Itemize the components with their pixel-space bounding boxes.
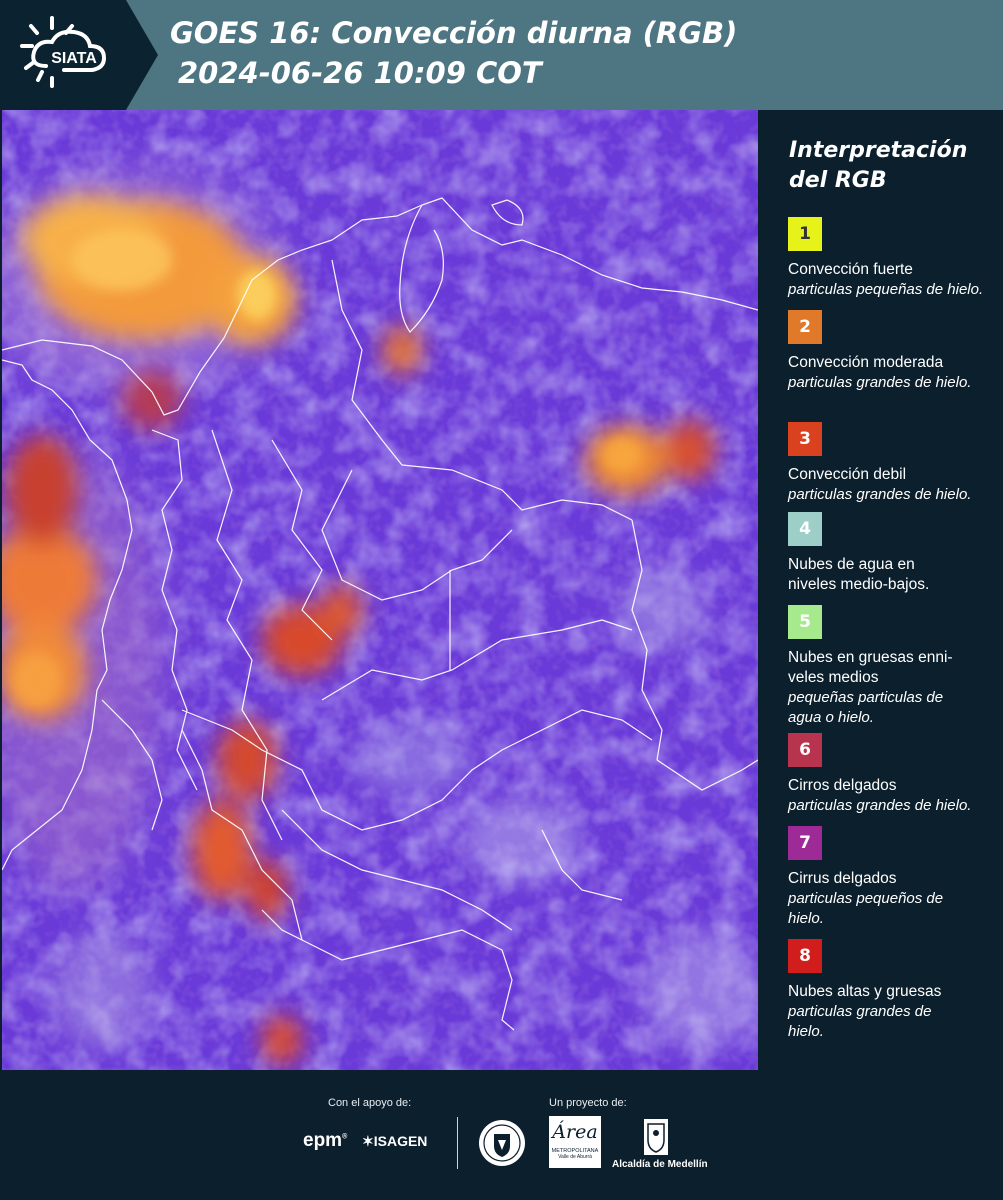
- legend-desc: particulas pequeñas de hielo.: [788, 281, 984, 298]
- page-timestamp: 2024-06-26 10:09 COT: [178, 56, 542, 90]
- footer-divider: [457, 1117, 458, 1169]
- legend-desc: particulas grandes de hielo.: [788, 797, 972, 814]
- project-caption: Un proyecto de:: [549, 1097, 627, 1109]
- support-caption: Con el apoyo de:: [328, 1097, 412, 1109]
- legend-label: Nubes altas y gruesas: [788, 983, 942, 1000]
- legend-label: Nubes de agua en niveles medio-bajos.: [788, 556, 930, 593]
- legend-item-4: 4 Nubes de agua en niveles medio-bajos.: [788, 512, 998, 595]
- legend-swatch-3: 3: [788, 422, 822, 456]
- footer-bar: Con el apoyo de: Un proyecto de: epm® ✶I…: [0, 1070, 1003, 1200]
- legend-number: 2: [799, 317, 811, 337]
- sun-cloud-icon: SIATA: [20, 16, 107, 88]
- legend-swatch-6: 6: [788, 733, 822, 767]
- legend-swatch-7: 7: [788, 826, 822, 860]
- legend-label: Convección moderada: [788, 354, 944, 371]
- legend-item-5: 5 Nubes en gruesas enni-veles medios peq…: [788, 605, 998, 728]
- legend-item-8: 8 Nubes altas y gruesas particulas grand…: [788, 939, 998, 1042]
- siata-logo: SIATA: [0, 0, 158, 110]
- medellin-seal-icon: [477, 1118, 527, 1173]
- header-bar: SIATA GOES 16: Convección diurna (RGB) 2…: [0, 0, 1003, 110]
- area-name: Área: [552, 1121, 598, 1143]
- legend-swatch-4: 4: [788, 512, 822, 546]
- legend-item-7: 7 Cirrus delgados particulas pequeños de…: [788, 826, 998, 929]
- legend-desc: particulas grandes de hielo.: [788, 374, 972, 391]
- page-title: GOES 16: Convección diurna (RGB): [170, 16, 738, 50]
- legend-swatch-2: 2: [788, 310, 822, 344]
- legend-desc: particulas grandes de hielo.: [788, 486, 972, 503]
- legend-item-3: 3 Convección debil particulas grandes de…: [788, 422, 998, 505]
- isagen-text: ISAGEN: [373, 1133, 428, 1149]
- legend-swatch-8: 8: [788, 939, 822, 973]
- legend-label: Convección debil: [788, 466, 907, 483]
- legend-label: Cirros delgados: [788, 777, 897, 794]
- legend-title-line2: del RGB: [789, 168, 887, 193]
- legend-item-1: 1 Convección fuerte particulas pequeñas …: [788, 217, 998, 300]
- isagen-star-icon: ✶: [362, 1133, 374, 1149]
- legend-number: 5: [799, 612, 811, 632]
- rgb-composite-image: [2, 110, 758, 1070]
- legend-desc: pequeñas particulas de agua o hielo.: [788, 689, 944, 726]
- legend-label: Nubes en gruesas enni-veles medios: [788, 649, 953, 686]
- legend-desc: particulas grandes de hielo.: [788, 1003, 932, 1040]
- legend-number: 1: [799, 224, 811, 244]
- legend-desc: particulas pequeños de hielo.: [788, 890, 944, 927]
- legend-label: Convección fuerte: [788, 261, 913, 278]
- legend-panel: Interpretación del RGB 1 Convección fuer…: [760, 110, 1003, 1070]
- legend-swatch-5: 5: [788, 605, 822, 639]
- epm-text: epm: [303, 1130, 343, 1151]
- alcaldia-text: Alcaldía de Medellín: [612, 1159, 708, 1170]
- satellite-map: [2, 110, 758, 1070]
- legend-title-line1: Interpretación: [789, 138, 968, 163]
- legend-number: 8: [799, 946, 811, 966]
- legend-item-2: 2 Convección moderada particulas grandes…: [788, 310, 998, 393]
- alcaldia-shield-icon: [643, 1118, 669, 1161]
- legend-item-6: 6 Cirros delgados particulas grandes de …: [788, 733, 998, 816]
- area-metropolitana-logo: Área METROPOLITANA Valle de Aburrá: [549, 1116, 601, 1168]
- legend-label: Cirrus delgados: [788, 870, 897, 887]
- legend-number: 7: [799, 833, 811, 853]
- legend-number: 4: [799, 519, 811, 539]
- legend-number: 6: [799, 740, 811, 760]
- legend-number: 3: [799, 429, 811, 449]
- logo-text: SIATA: [51, 50, 97, 67]
- legend-swatch-1: 1: [788, 217, 822, 251]
- isagen-logo: ✶ISAGEN: [362, 1133, 427, 1150]
- epm-logo: epm®: [303, 1130, 348, 1151]
- area-sub2: Valle de Aburrá: [558, 1154, 592, 1160]
- legend-title: Interpretación del RGB: [789, 136, 989, 196]
